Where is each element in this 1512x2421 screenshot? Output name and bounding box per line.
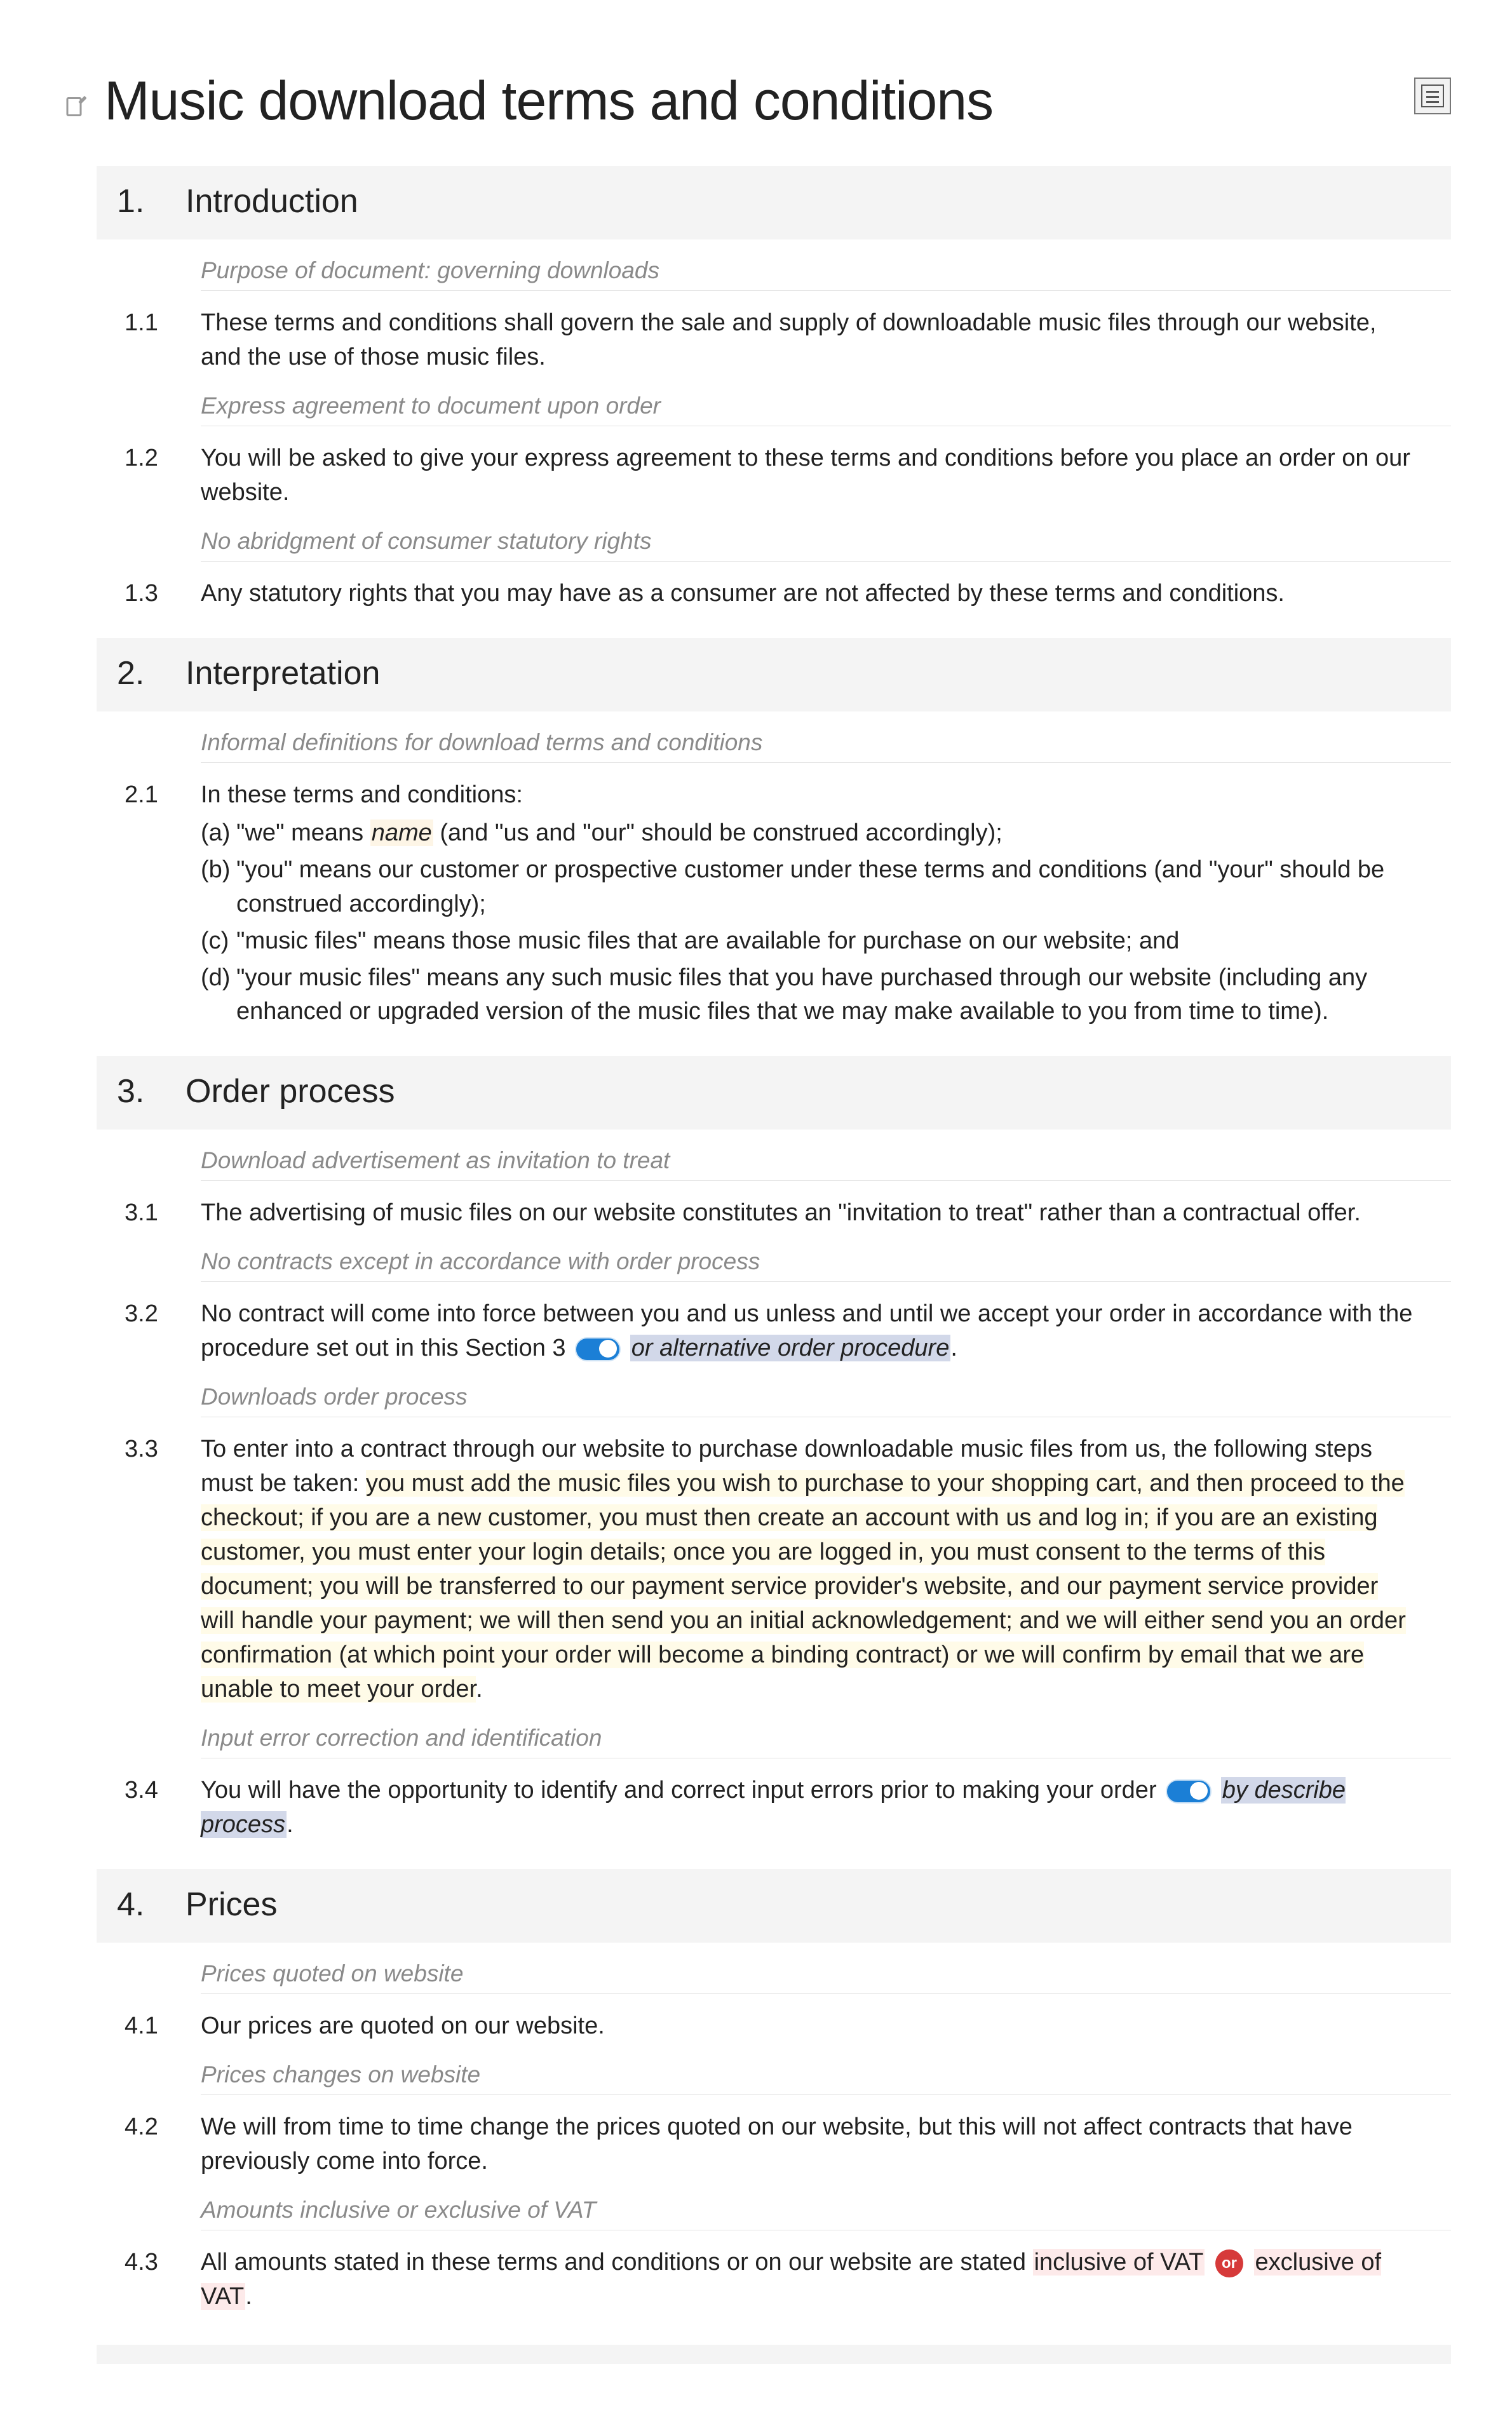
clause-subtitle: No abridgment of consumer statutory righ… <box>201 528 1451 562</box>
text-segment: by <box>1222 1777 1255 1804</box>
document-title: Music download terms and conditions <box>104 70 1451 133</box>
toggle-knob-icon <box>599 1340 617 1358</box>
clause-body: You will have the opportunity to identif… <box>201 1774 1426 1842</box>
clause-1-1: 1.1 These terms and conditions shall gov… <box>97 306 1426 375</box>
list-marker: (b) <box>201 853 236 922</box>
clause-number: 4.1 <box>97 2009 201 2044</box>
clause-subtitle: Express agreement to document upon order <box>201 393 1451 426</box>
list-text: "music files" means those music files th… <box>236 924 1413 959</box>
toc-button[interactable] <box>1414 78 1451 114</box>
list-item: (d) "your music files" means any such mu… <box>201 961 1413 1030</box>
section-title: Introduction <box>186 182 358 220</box>
clause-1-2: 1.2 You will be asked to give your expre… <box>97 442 1426 510</box>
clause-3-1: 3.1 The advertising of music files on ou… <box>97 1196 1426 1231</box>
text-segment: (and "us and "our" should be construed a… <box>433 819 1002 846</box>
text-segment: All amounts stated in these terms and co… <box>201 2249 1033 2276</box>
clause-subtitle: Prices quoted on website <box>201 1960 1451 1994</box>
optional-segment: or alternative order procedure <box>630 1335 951 1361</box>
clause-3-4: 3.4 You will have the opportunity to ide… <box>97 1774 1426 1842</box>
list-item: (c) "music files" means those music file… <box>201 924 1413 959</box>
text-segment: . <box>245 2283 252 2310</box>
section-number: 3. <box>117 1072 186 1110</box>
clause-number: 2.1 <box>97 778 201 1030</box>
clause-subtitle: Informal definitions for download terms … <box>201 729 1451 763</box>
section-header-interpretation: 2. Interpretation <box>97 638 1451 711</box>
clause-body: The advertising of music files on our we… <box>201 1196 1426 1231</box>
clause-number: 1.3 <box>97 577 201 611</box>
list-marker: (c) <box>201 924 236 959</box>
clause-number: 4.3 <box>97 2246 201 2314</box>
text-segment: "we" means <box>236 819 370 846</box>
list-item: (b) "you" means our customer or prospect… <box>201 853 1413 922</box>
text-segment: You will have the opportunity to identif… <box>201 1777 1157 1804</box>
clause-number: 3.1 <box>97 1196 201 1231</box>
section-number: 2. <box>117 654 186 692</box>
clause-2-1: 2.1 In these terms and conditions: (a) "… <box>97 778 1426 1030</box>
clause-body: Any statutory rights that you may have a… <box>201 577 1426 611</box>
clause-number: 4.2 <box>97 2110 201 2179</box>
clause-subtitle: Amounts inclusive or exclusive of VAT <box>201 2197 1451 2230</box>
section-title: Interpretation <box>186 654 380 692</box>
clause-body: Our prices are quoted on our website. <box>201 2009 1426 2044</box>
clause-number: 1.1 <box>97 306 201 375</box>
clause-subtitle: Purpose of document: governing downloads <box>201 257 1451 291</box>
clause-body: To enter into a contract through our web… <box>201 1433 1426 1707</box>
clause-number: 3.4 <box>97 1774 201 1842</box>
text-segment: . <box>476 1676 483 1703</box>
clause-3-3: 3.3 To enter into a contract through our… <box>97 1433 1426 1707</box>
clause-4-1: 4.1 Our prices are quoted on our website… <box>97 2009 1426 2044</box>
text-segment: or <box>631 1335 659 1361</box>
or-selector[interactable]: or <box>1215 2249 1243 2277</box>
clause-subtitle: Prices changes on website <box>201 2061 1451 2095</box>
list-text: "we" means name (and "us and "our" shoul… <box>236 816 1413 851</box>
edit-note-icon <box>64 95 88 119</box>
clause-3-2: 3.2 No contract will come into force bet… <box>97 1297 1426 1366</box>
toggle-knob-icon <box>1190 1782 1208 1800</box>
list-text: "your music files" means any such music … <box>236 961 1413 1030</box>
clause-subtitle: No contracts except in accordance with o… <box>201 1248 1451 1282</box>
text-segment: . <box>950 1335 957 1361</box>
section-header-next <box>97 2345 1451 2364</box>
section-number: 1. <box>117 182 186 220</box>
section-title: Prices <box>186 1885 277 1924</box>
text-segment: . <box>287 1811 294 1838</box>
list-marker: (a) <box>201 816 236 851</box>
section-number: 4. <box>117 1885 186 1924</box>
clause-number: 1.2 <box>97 442 201 510</box>
clause-body: We will from time to time change the pri… <box>201 2110 1426 2179</box>
clause-subtitle: Input error correction and identificatio… <box>201 1725 1451 1758</box>
clause-number: 3.3 <box>97 1433 201 1707</box>
section-header-prices: 4. Prices <box>97 1869 1451 1943</box>
optional-toggle[interactable] <box>575 1337 621 1361</box>
placeholder-alt-procedure[interactable]: alternative order procedure <box>659 1335 949 1361</box>
clause-body: In these terms and conditions: (a) "we" … <box>201 778 1426 1030</box>
clause-body: These terms and conditions shall govern … <box>201 306 1426 375</box>
clause-intro: In these terms and conditions: <box>201 781 523 808</box>
section-header-order-process: 3. Order process <box>97 1056 1451 1130</box>
clause-body: All amounts stated in these terms and co… <box>201 2246 1426 2314</box>
clause-4-3: 4.3 All amounts stated in these terms an… <box>97 2246 1426 2314</box>
list-marker: (d) <box>201 961 236 1030</box>
clause-body: No contract will come into force between… <box>201 1297 1426 1366</box>
clause-4-2: 4.2 We will from time to time change the… <box>97 2110 1426 2179</box>
editable-highlight[interactable]: you must add the music files you wish to… <box>201 1470 1406 1703</box>
document-page: Music download terms and conditions 1. I… <box>0 0 1512 2421</box>
section-title: Order process <box>186 1072 395 1110</box>
list-icon <box>1421 84 1444 107</box>
clause-subtitle: Downloads order process <box>201 1384 1451 1417</box>
clause-1-3: 1.3 Any statutory rights that you may ha… <box>97 577 1426 611</box>
optional-toggle[interactable] <box>1166 1779 1212 1804</box>
section-header-introduction: 1. Introduction <box>97 166 1451 239</box>
vat-option-inclusive[interactable]: inclusive of VAT <box>1033 2249 1205 2276</box>
clause-subtitle: Download advertisement as invitation to … <box>201 1147 1451 1181</box>
definitions-list: (a) "we" means name (and "us and "our" s… <box>201 816 1413 1030</box>
list-text: "you" means our customer or prospective … <box>236 853 1413 922</box>
clause-body: You will be asked to give your express a… <box>201 442 1426 510</box>
list-item: (a) "we" means name (and "us and "our" s… <box>201 816 1413 851</box>
clause-number: 3.2 <box>97 1297 201 1366</box>
placeholder-name[interactable]: name <box>370 819 433 846</box>
